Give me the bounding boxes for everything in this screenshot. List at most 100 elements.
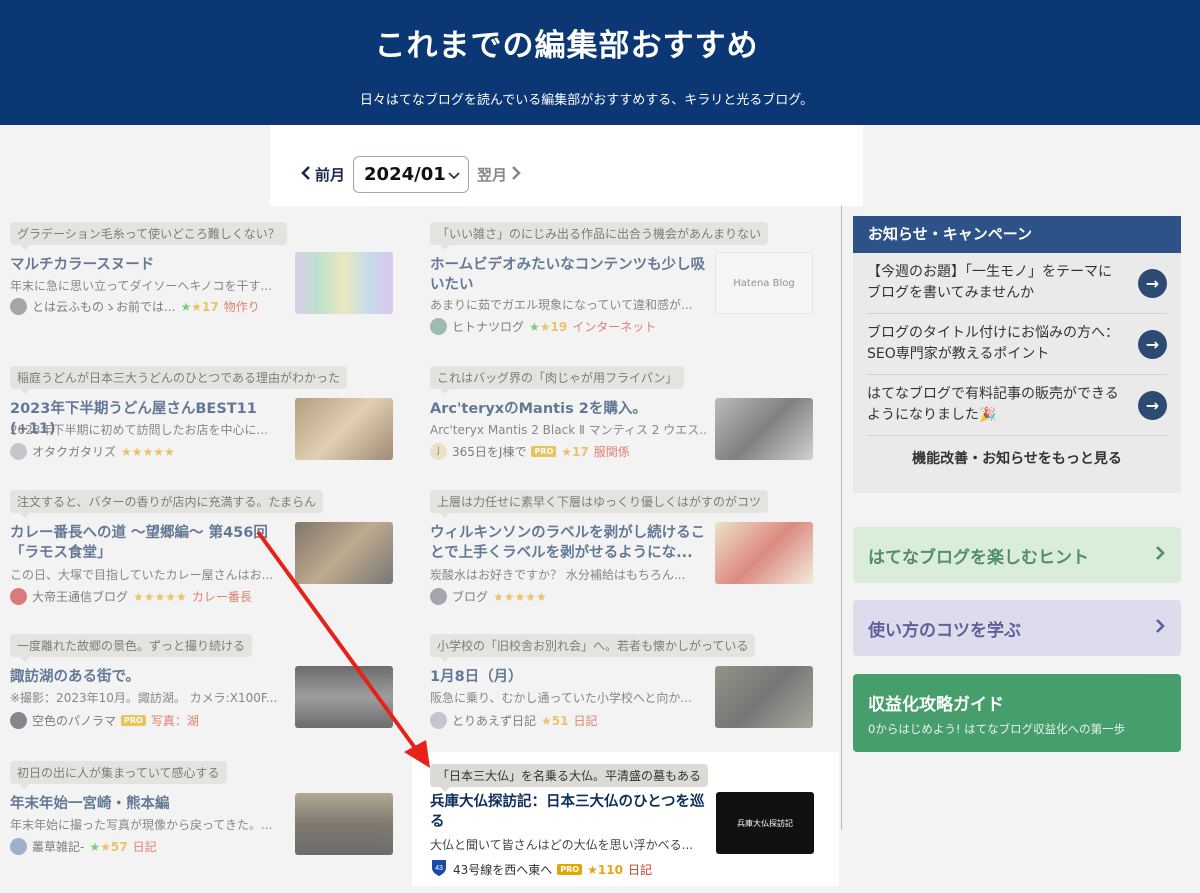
entry-thumbnail[interactable] xyxy=(295,522,393,584)
arrow-right-icon[interactable]: → xyxy=(1138,329,1167,359)
news-item-label: はてなブログで有料記事の販売ができるようになりました🎉 xyxy=(867,386,1119,423)
star-rating: ★110 xyxy=(587,862,623,877)
news-item[interactable]: ブログのタイトル付けにお悩みの方へ：SEO専門家が教えるポイント → xyxy=(867,314,1167,375)
monetization-guide-button[interactable]: 収益化攻略ガイド 0からはじめよう! はてなブログ収益化への第一歩 xyxy=(853,674,1181,752)
entry-thumbnail[interactable] xyxy=(295,793,393,855)
category-link[interactable]: カレー番長 xyxy=(192,588,252,605)
avatar[interactable] xyxy=(10,298,27,315)
star-rating: ★★19 xyxy=(529,319,568,334)
hero-card: これまでの編集部おすすめ 日々はてなブログを読んでいる編集部がおすすめする、キラ… xyxy=(270,6,863,206)
author-name[interactable]: ブログ xyxy=(452,588,488,605)
entry-title[interactable]: ホームビデオみたいなコンテンツも少し吸いたい xyxy=(430,255,706,295)
entry-tag: 「日本三大仏」を名乗る大仏。平清盛の墓もある xyxy=(430,764,709,792)
category-link[interactable]: 日記 xyxy=(573,712,597,729)
usage-tips-button[interactable]: 使い方のコツを学ぶ xyxy=(853,600,1181,656)
entry-card[interactable]: 「いい雑さ」のにじみ出る作品に出合う機会があんまりない ホームビデオみたいなコン… xyxy=(420,222,820,352)
author-name[interactable]: 大帝王通信ブログ xyxy=(32,588,128,605)
thumbnail-caption: 兵庫大仏探訪記 xyxy=(737,818,793,828)
star-rating: ★★★★★ xyxy=(133,589,187,604)
star-rating: ★17 xyxy=(561,444,589,459)
entry-meta: 43 43号線を西へ東へ PRO ★110 日記 xyxy=(430,858,652,881)
entry-thumbnail[interactable]: 兵庫大仏探訪記 xyxy=(716,792,814,854)
author-name[interactable]: 365日をJ棟で xyxy=(452,443,526,460)
category-link[interactable]: 日記 xyxy=(133,838,157,855)
news-item[interactable]: はてなブログで有料記事の販売ができるようになりました🎉 → xyxy=(867,375,1167,436)
entry-title[interactable]: ウィルキンソンのラベルを剥がし続けることで上手くラベルを剥がせるようにな... xyxy=(430,523,706,563)
author-name[interactable]: 空色のパノラマ xyxy=(32,712,116,729)
month-select[interactable]: 2024/01 xyxy=(353,156,470,193)
avatar[interactable] xyxy=(10,443,27,460)
entry-card[interactable]: 小学校の「旧校舎お別れ会」へ。若者も懐かしがっている 1月8日（月） 阪急に乗り… xyxy=(420,634,820,764)
entry-title[interactable]: カレー番長への道 ～望郷編～ 第456回「ラモス食堂」 xyxy=(10,523,286,563)
chevron-left-icon xyxy=(300,165,312,185)
category-link[interactable]: 日記 xyxy=(628,861,652,878)
entry-card[interactable]: これはバッグ界の「肉じゃが用フライパン」 Arc'teryxのMantis 2を… xyxy=(420,366,820,496)
entry-tag: グラデーション毛糸って使いどころ難しくない？ xyxy=(10,222,287,250)
hatena-logo: Hatena Blog xyxy=(733,277,795,289)
sidebar-divider xyxy=(841,200,842,830)
entry-title[interactable]: 1月8日（月） xyxy=(430,667,706,687)
news-item-label: ブログのタイトル付けにお悩みの方へ：SEO専門家が教えるポイント xyxy=(867,325,1119,362)
avatar[interactable] xyxy=(10,588,27,605)
entry-thumbnail[interactable] xyxy=(715,522,813,584)
avatar[interactable] xyxy=(430,712,447,729)
avatar[interactable]: J xyxy=(430,443,447,460)
author-name[interactable]: オタクガタリズ xyxy=(32,443,116,460)
entry-thumbnail[interactable] xyxy=(715,666,813,728)
entry-desc: あまりに茹でガエル現象になっていて違和感が... xyxy=(430,298,693,312)
entry-card[interactable]: グラデーション毛糸って使いどころ難しくない？ マルチカラースヌード 年末に急に思… xyxy=(0,222,400,352)
next-month-button[interactable]: 翌月 xyxy=(477,164,522,185)
category-link[interactable]: 物作り xyxy=(224,298,260,315)
entry-tag: 一度離れた故郷の景色。ずっと撮り続ける xyxy=(10,634,253,662)
entry-title[interactable]: マルチカラースヌード xyxy=(10,255,286,275)
entry-meta: オタクガタリズ ★★★★★ xyxy=(10,443,175,460)
more-news-link[interactable]: 機能改善・お知らせをもっと見る xyxy=(853,448,1181,468)
next-month-label: 翌月 xyxy=(477,166,508,184)
entry-card[interactable]: 一度離れた故郷の景色。ずっと撮り続ける 諏訪湖のある街で。 ※撮影：2023年1… xyxy=(0,634,400,764)
entry-card[interactable]: 初日の出に人が集まっていて感心する 年末年始一宮崎・熊本編 年末年始に撮った写真… xyxy=(0,761,400,891)
star-rating: ★★★★★ xyxy=(493,589,547,604)
chevron-down-icon xyxy=(448,164,460,185)
avatar[interactable] xyxy=(430,588,447,605)
avatar[interactable] xyxy=(10,838,27,855)
author-name[interactable]: ヒトナツログ xyxy=(452,318,524,335)
monetization-guide-sub: 0からはじめよう! はてなブログ収益化への第一歩 xyxy=(868,721,1126,736)
entry-desc: 炭酸水はお好きですか？ 水分補給はもちろん... xyxy=(430,568,686,582)
author-name[interactable]: とは云ふものゝお前では... xyxy=(32,298,175,315)
blog-hints-label: はてなブログを楽しむヒント xyxy=(868,547,1089,568)
entry-thumbnail[interactable] xyxy=(715,398,813,460)
entry-title[interactable]: 兵庫大仏探訪記：日本三大仏のひとつを巡る xyxy=(430,792,706,832)
entry-title[interactable]: 年末年始一宮崎・熊本編 xyxy=(10,794,286,814)
category-link[interactable]: インターネット xyxy=(572,318,656,335)
entry-title[interactable]: 諏訪湖のある街で。 xyxy=(10,667,286,687)
author-name[interactable]: とりあえず日記 xyxy=(452,712,536,729)
entry-desc: 阪急に乗り、むかし通っていた小学校へと向か... xyxy=(430,691,692,705)
news-item[interactable]: 【今週のお題】「一生モノ」をテーマにブログを書いてみませんか → xyxy=(867,253,1167,314)
star-rating: ★★17 xyxy=(180,299,219,314)
star-rating: ★51 xyxy=(541,713,569,728)
blog-hints-button[interactable]: はてなブログを楽しむヒント xyxy=(853,527,1181,583)
entry-thumbnail[interactable] xyxy=(295,252,393,314)
avatar[interactable] xyxy=(430,318,447,335)
entry-tag: 初日の出に人が集まっていて感心する xyxy=(10,761,227,789)
entry-meta: とりあえず日記 ★51 日記 xyxy=(430,712,598,729)
author-name[interactable]: 叢草雑記- xyxy=(32,838,84,855)
author-name[interactable]: 43号線を西へ東へ xyxy=(453,861,552,878)
arrow-right-icon[interactable]: → xyxy=(1138,390,1167,420)
entry-thumbnail[interactable] xyxy=(295,666,393,728)
category-link[interactable]: 写真：湖 xyxy=(151,712,199,729)
entry-thumbnail[interactable]: Hatena Blog xyxy=(715,252,813,314)
entry-title[interactable]: Arc'teryxのMantis 2を購入。 xyxy=(430,399,706,419)
category-link[interactable]: 服関係 xyxy=(594,443,630,460)
highlighted-entry-card[interactable]: 「日本三大仏」を名乗る大仏。平清盛の墓もある 兵庫大仏探訪記：日本三大仏のひとつ… xyxy=(412,752,839,886)
entry-thumbnail[interactable] xyxy=(295,398,393,460)
arrow-right-icon[interactable]: → xyxy=(1138,268,1167,298)
entry-card[interactable]: 注文すると、バターの香りが店内に充満する。たまらん カレー番長への道 ～望郷編～… xyxy=(0,490,400,620)
entry-meta: ヒトナツログ ★★19 インターネット xyxy=(430,318,656,335)
news-item-label: 【今週のお題】「一生モノ」をテーマにブログを書いてみませんか xyxy=(867,264,1112,301)
entry-card[interactable]: 稲庭うどんが日本三大うどんのひとつである理由がわかった 2023年下半期うどん屋… xyxy=(0,366,400,496)
avatar[interactable] xyxy=(10,712,27,729)
prev-month-button[interactable]: 前月 xyxy=(300,164,345,185)
entry-desc: 年末に急に思い立ってダイソーへキノコを干す... xyxy=(10,279,273,293)
entry-card[interactable]: 上層は力任せに素早く下層はゆっくり優しくはがすのがコツ ウィルキンソンのラベルを… xyxy=(420,490,820,620)
